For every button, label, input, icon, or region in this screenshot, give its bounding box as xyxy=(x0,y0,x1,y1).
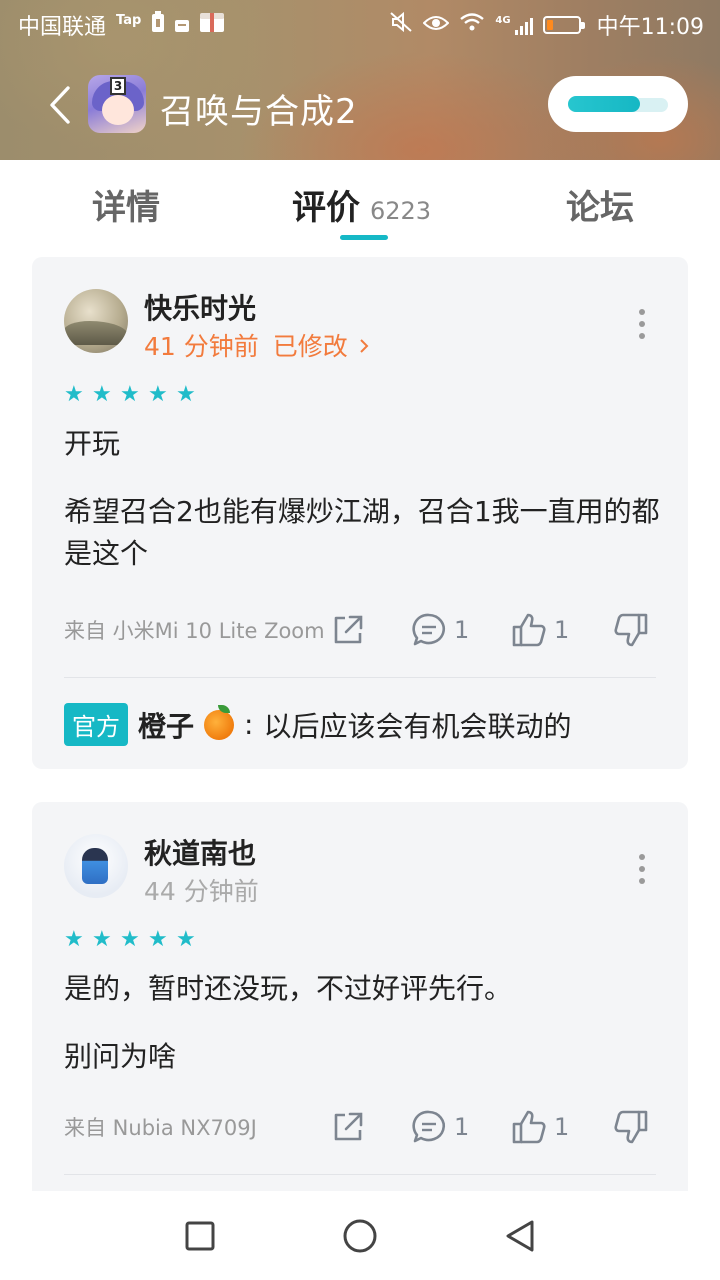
official-badge: 官方 xyxy=(64,703,128,746)
chevron-left-icon xyxy=(50,86,70,124)
edited-time-link[interactable]: 41 分钟前 已修改 xyxy=(144,327,370,363)
review-card: 快乐时光 41 分钟前 已修改 ★ ★ ★ ★ ★ 开玩 希望召合2也能有爆炒江… xyxy=(32,257,688,769)
message-icon xyxy=(175,13,190,38)
dislike-button[interactable] xyxy=(612,611,650,649)
triangle-back-icon xyxy=(506,1220,534,1252)
comment-button[interactable]: 1 xyxy=(410,1108,469,1146)
comment-count: 1 xyxy=(454,616,470,644)
comment-count: 1 xyxy=(454,1113,470,1141)
star-icon: ★ xyxy=(64,382,84,407)
wifi-icon xyxy=(459,12,485,38)
comment-button[interactable]: 1 xyxy=(410,611,469,649)
review-count: 6223 xyxy=(370,197,432,225)
app-header: 中国联通 Tap 4G 中午11:09 3 召唤与合成2 xyxy=(0,0,720,160)
download-progress-button[interactable] xyxy=(548,76,688,132)
tab-bar: 详情 评价 6223 论坛 xyxy=(0,160,720,245)
tab-review-label: 评价 xyxy=(292,188,360,228)
star-icon: ★ xyxy=(92,927,112,952)
signal-icon: 4G xyxy=(495,15,533,35)
comment-icon xyxy=(412,1110,445,1143)
status-left: 中国联通 Tap xyxy=(18,9,225,41)
review-actions: 来自 小米Mi 10 Lite Zoom 1 1 xyxy=(64,605,656,655)
share-button[interactable] xyxy=(330,612,366,648)
star-icon: ★ xyxy=(148,382,168,407)
thumbs-up-icon xyxy=(512,613,546,647)
home-button[interactable] xyxy=(342,1218,378,1254)
back-button[interactable] xyxy=(40,82,80,128)
battery-icon xyxy=(542,16,585,34)
circle-icon xyxy=(343,1219,377,1253)
system-nav-bar xyxy=(0,1191,720,1280)
review-time: 41 分钟前 xyxy=(144,332,259,361)
eye-icon xyxy=(423,13,450,38)
review-text-line: 是的，暂时还没玩，不过好评先行。 xyxy=(64,972,513,1005)
like-button[interactable]: 1 xyxy=(510,611,569,649)
divider xyxy=(64,677,656,678)
chevron-right-icon xyxy=(359,339,369,353)
avatar[interactable] xyxy=(64,834,128,898)
star-rating: ★ ★ ★ ★ ★ xyxy=(64,382,196,407)
thumbs-up-icon xyxy=(512,1110,546,1144)
review-actions: 来自 Nubia NX709J 1 1 xyxy=(64,1102,656,1152)
status-bar: 中国联通 Tap 4G 中午11:09 xyxy=(0,0,720,50)
tap-badge: Tap xyxy=(116,12,142,28)
review-time: 44 分钟前 xyxy=(144,877,259,906)
thumbs-down-icon xyxy=(614,613,648,647)
review-text-line: 开玩 xyxy=(64,427,121,460)
review-text-line: 希望召合2也能有爆炒江湖，召合1我一直用的都是这个 xyxy=(64,495,660,570)
star-icon: ★ xyxy=(64,927,84,952)
progress-bar xyxy=(568,96,640,112)
official-reply[interactable]: 官方 橙子 : 以后应该会有机会联动的 xyxy=(64,703,571,746)
tab-detail[interactable]: 详情 xyxy=(92,180,160,229)
share-icon xyxy=(334,1112,363,1141)
more-vertical-icon[interactable] xyxy=(636,854,648,884)
like-count: 1 xyxy=(554,616,570,644)
square-icon xyxy=(185,1221,215,1251)
share-icon xyxy=(334,615,363,644)
recent-apps-button[interactable] xyxy=(182,1218,218,1254)
reply-separator: : xyxy=(244,708,254,741)
star-icon: ★ xyxy=(120,382,140,407)
gift-box-icon xyxy=(199,11,225,39)
tab-forum[interactable]: 论坛 xyxy=(566,180,634,229)
tab-review[interactable]: 评价 6223 xyxy=(292,180,431,229)
battery-saver-icon xyxy=(151,11,165,39)
share-button[interactable] xyxy=(330,1109,366,1145)
username[interactable]: 快乐时光 xyxy=(144,287,256,327)
more-vertical-icon[interactable] xyxy=(636,309,648,339)
app-icon[interactable]: 3 xyxy=(88,75,146,133)
system-back-button[interactable] xyxy=(502,1218,538,1254)
review-list: 快乐时光 41 分钟前 已修改 ★ ★ ★ ★ ★ 开玩 希望召合2也能有爆炒江… xyxy=(0,245,720,1191)
clock: 中午11:09 xyxy=(596,15,704,40)
network-type: 4G xyxy=(495,15,511,26)
like-count: 1 xyxy=(554,1113,570,1141)
review-card: 秋道南也 44 分钟前 ★ ★ ★ ★ ★ 是的，暂时还没玩，不过好评先行。 别… xyxy=(32,802,688,1191)
device-label: 来自 Nubia NX709J xyxy=(64,1116,257,1140)
reply-author: 橙子 xyxy=(138,709,195,743)
edited-label: 已修改 xyxy=(272,332,348,361)
avatar[interactable] xyxy=(64,289,128,353)
thumbs-down-icon xyxy=(614,1110,648,1144)
mute-icon xyxy=(389,11,413,39)
star-icon: ★ xyxy=(148,927,168,952)
star-icon: ★ xyxy=(120,927,140,952)
reply-text: 以后应该会有机会联动的 xyxy=(263,709,572,743)
star-icon: ★ xyxy=(176,382,196,407)
star-icon: ★ xyxy=(92,382,112,407)
device-label: 来自 小米Mi 10 Lite Zoom xyxy=(64,619,325,643)
divider xyxy=(64,1174,656,1175)
username[interactable]: 秋道南也 xyxy=(144,832,256,872)
comment-icon xyxy=(412,613,445,646)
tab-indicator xyxy=(340,235,388,240)
orange-emoji-icon xyxy=(204,704,235,740)
status-right: 4G 中午11:09 xyxy=(389,9,704,41)
dislike-button[interactable] xyxy=(612,1108,650,1146)
app-title: 召唤与合成2 xyxy=(160,92,358,132)
like-button[interactable]: 1 xyxy=(510,1108,569,1146)
carrier-name: 中国联通 xyxy=(18,15,107,40)
star-rating: ★ ★ ★ ★ ★ xyxy=(64,927,196,952)
star-icon: ★ xyxy=(176,927,196,952)
review-text-line: 别问为啥 xyxy=(64,1040,177,1073)
